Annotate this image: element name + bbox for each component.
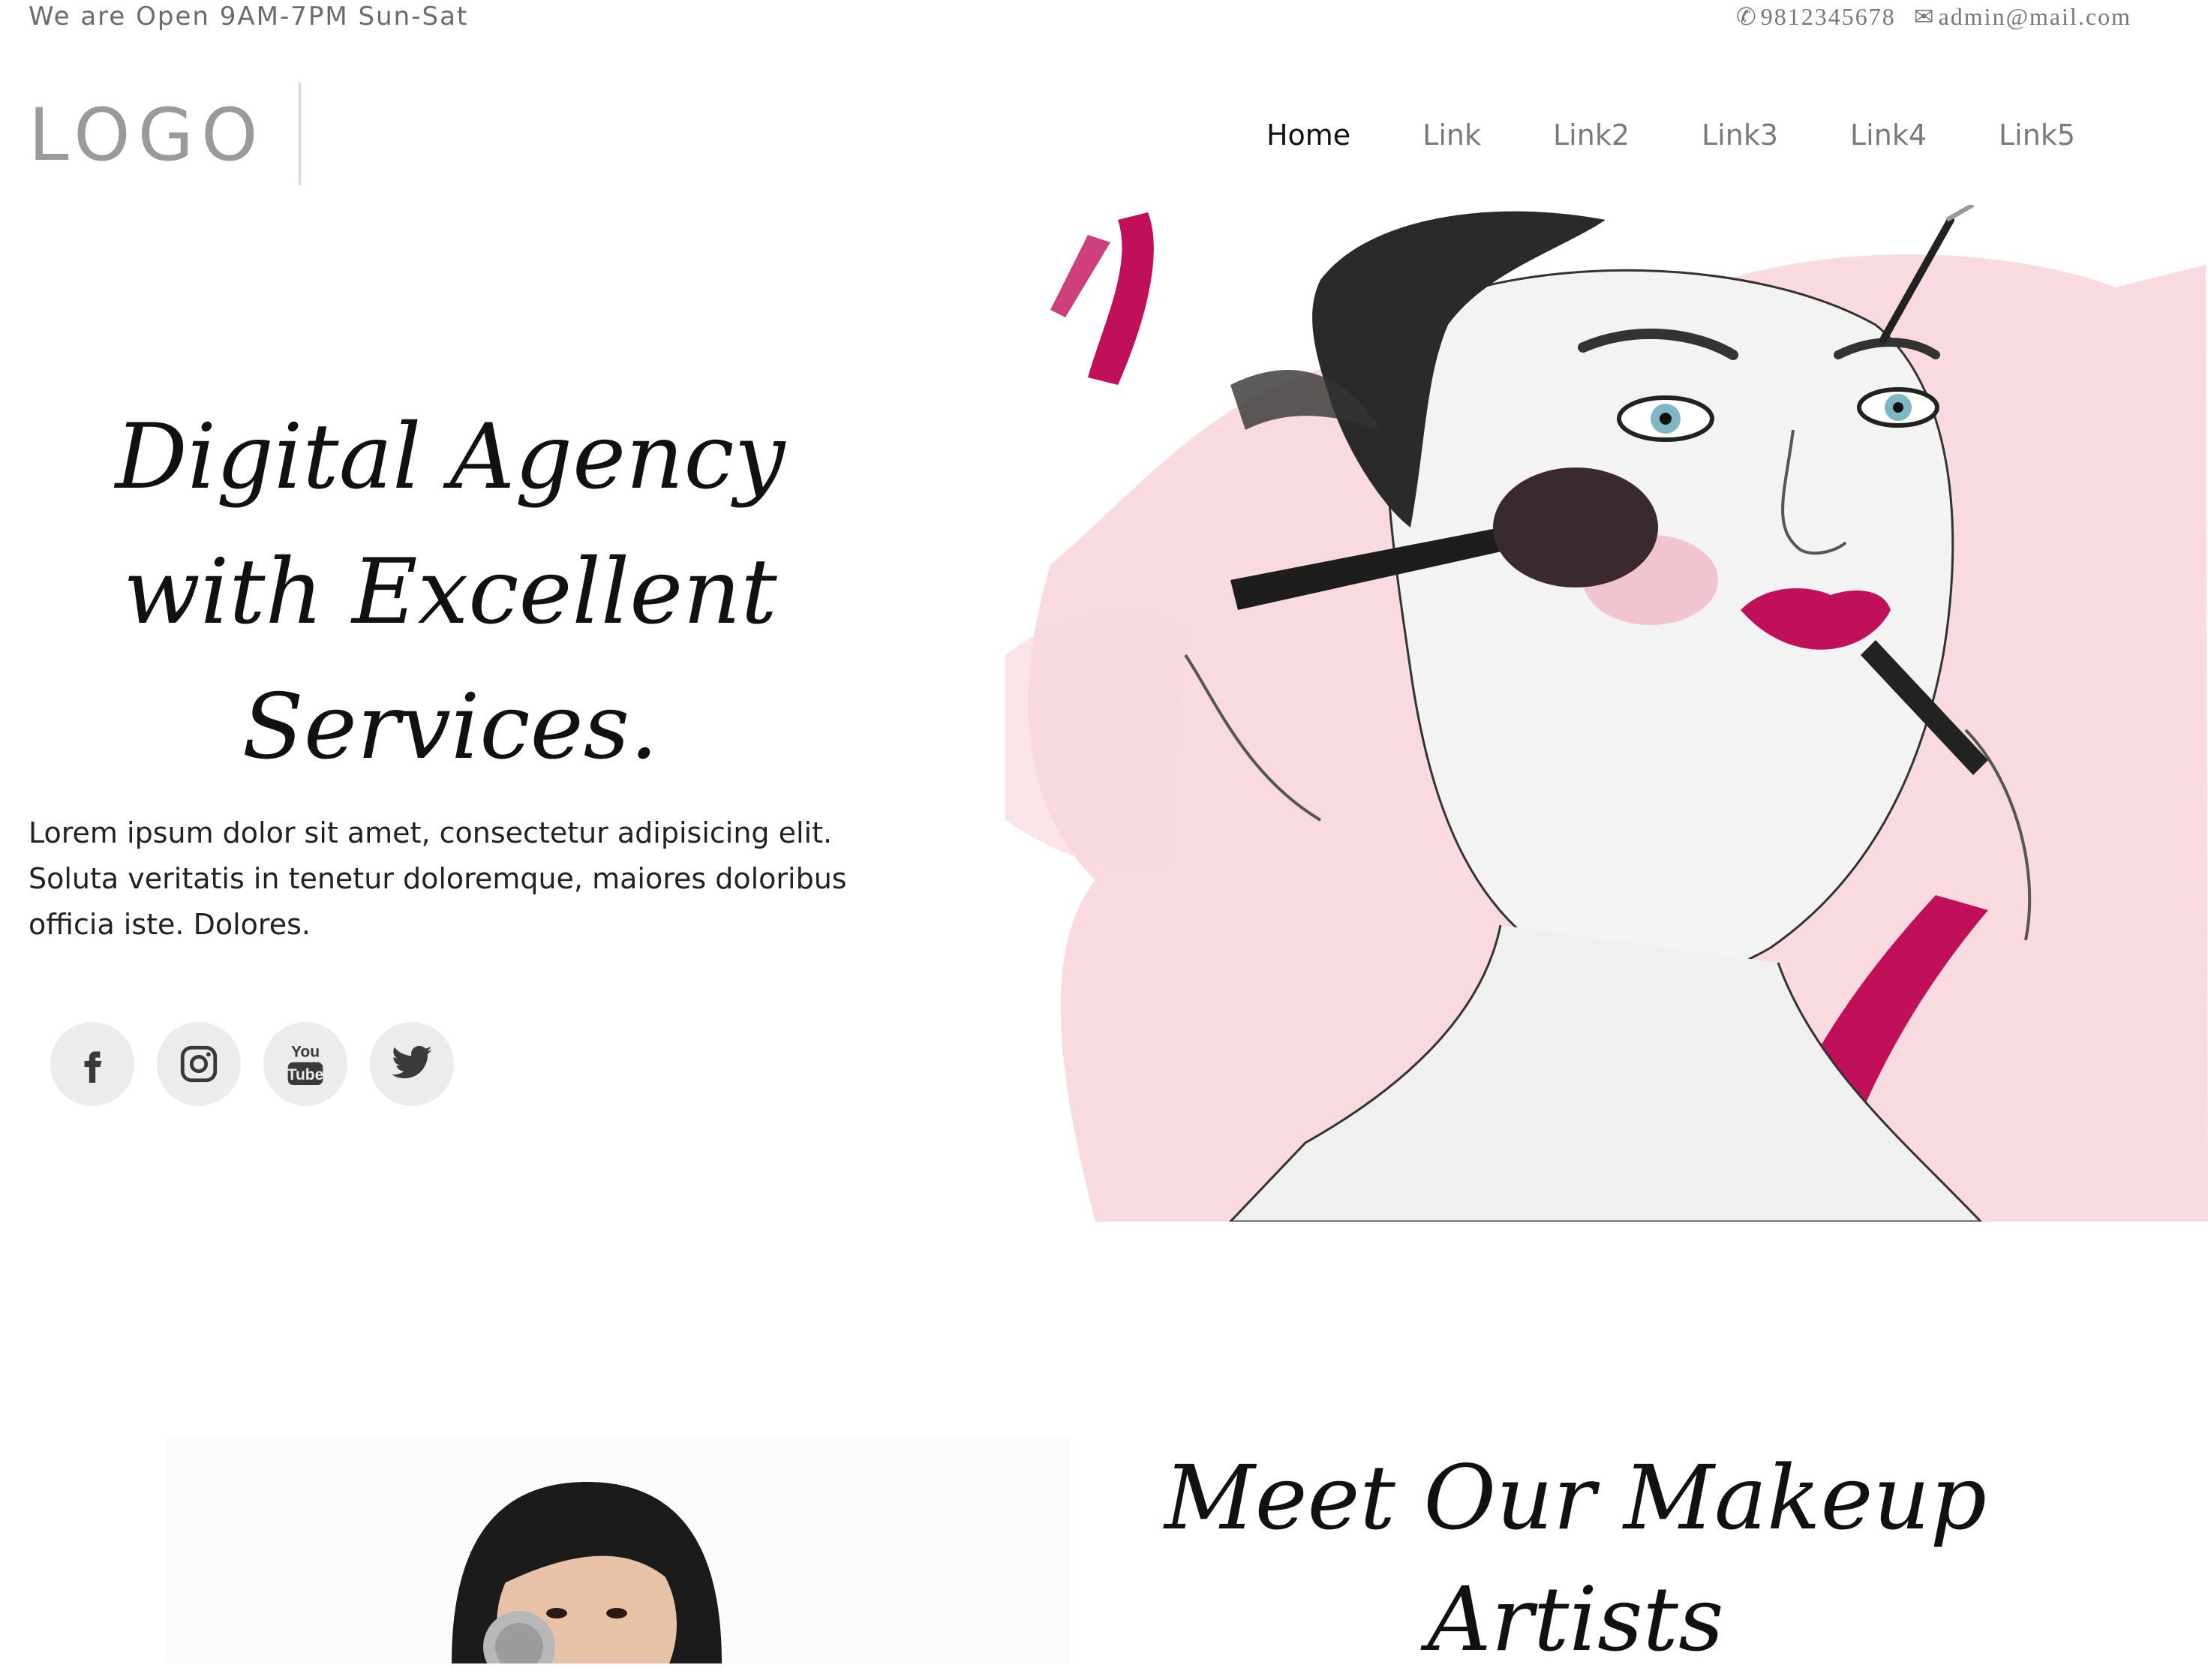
phone-number: 9812345678 (1760, 3, 1896, 30)
hero-title-line2: with Excellent (123, 540, 777, 645)
artist-photo (167, 1437, 1070, 1663)
nav-link3[interactable]: Link3 (1702, 113, 1778, 158)
envelope-icon: ✉ (1913, 3, 1936, 30)
youtube-button[interactable]: You Tube (263, 1022, 347, 1106)
instagram-icon (180, 1045, 218, 1083)
hero-title: Digital Agency with Excellent Services. (45, 390, 855, 795)
meet-title-line1: Meet Our Makeup (1164, 1446, 1987, 1549)
nav-link[interactable]: Link (1422, 113, 1481, 158)
meet-artists-heading: Meet Our Makeup Artists (1125, 1437, 2026, 1680)
phone-link[interactable]: ✆ 9812345678 (1736, 3, 1903, 30)
hero-illustration (1005, 205, 2208, 1222)
youtube-icon: You Tube (287, 1044, 324, 1085)
phone-icon: ✆ (1735, 3, 1758, 30)
nav-home[interactable]: Home (1266, 113, 1350, 158)
facebook-button[interactable] (50, 1022, 134, 1106)
main-nav: Home Link Link2 Link3 Link4 Link5 (1194, 113, 2075, 158)
hero-description: Lorem ipsum dolor sit amet, consectetur … (29, 816, 847, 941)
nav-link4[interactable]: Link4 (1850, 113, 1927, 158)
meet-title-line2: Artists (1427, 1567, 1724, 1671)
makeup-illustration (1005, 205, 2208, 1222)
svg-text:You: You (291, 1044, 320, 1061)
svg-text:Tube: Tube (287, 1066, 324, 1083)
artist-portrait (452, 1482, 722, 1663)
hero-title-line1: Digital Agency (115, 405, 786, 509)
top-bar: We are Open 9AM-7PM Sun-Sat ✆ 9812345678 … (0, 0, 2208, 45)
twitter-icon (392, 1045, 432, 1079)
twitter-button[interactable] (370, 1022, 454, 1106)
hero-title-line3: Services. (242, 675, 659, 780)
instagram-button[interactable] (157, 1022, 241, 1106)
nav-link5[interactable]: Link5 (1999, 113, 2075, 158)
nav-link2[interactable]: Link2 (1553, 113, 1630, 158)
logo-divider (299, 83, 301, 185)
contact-info: ✆ 9812345678 ✉ admin@mail.com (1726, 0, 2131, 33)
email-link[interactable]: ✉ admin@mail.com (1914, 3, 2131, 30)
social-links: You Tube (50, 1022, 454, 1106)
opening-hours: We are Open 9AM-7PM Sun-Sat (29, 2, 469, 32)
facebook-icon (84, 1051, 102, 1083)
email-address: admin@mail.com (1938, 3, 2131, 30)
site-logo[interactable]: LOGO (29, 90, 266, 180)
